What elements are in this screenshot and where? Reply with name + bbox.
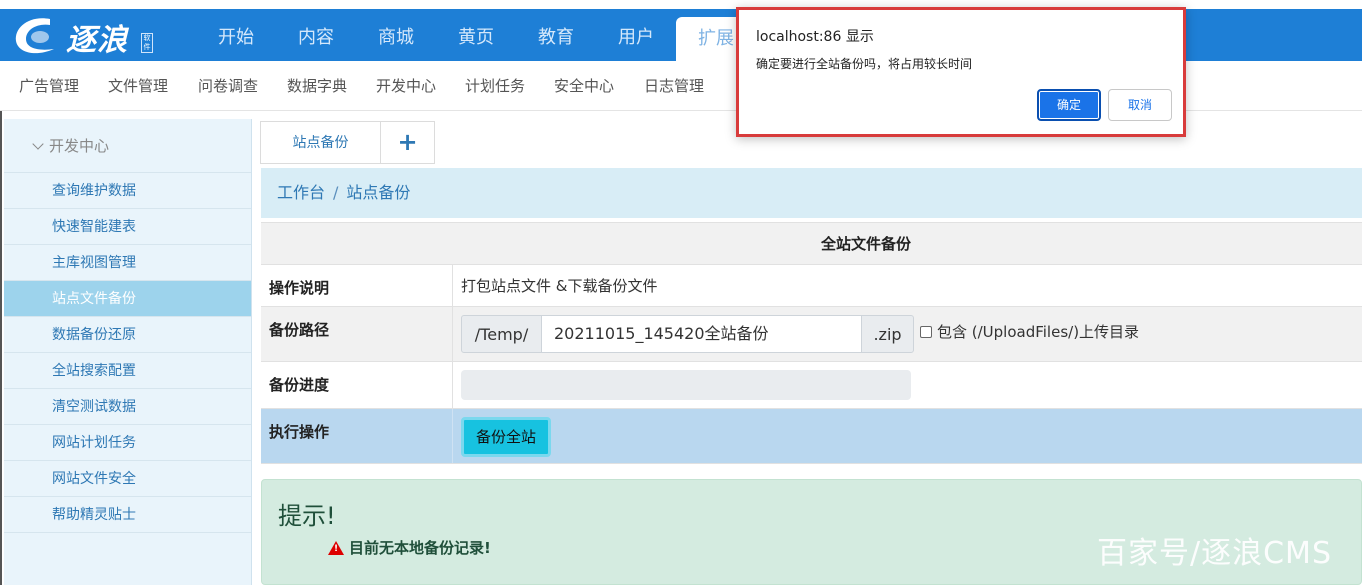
sidebar-section-label: 开发中心 bbox=[49, 137, 110, 155]
page-tabs: 站点备份 + bbox=[260, 121, 435, 165]
logo-swirl-icon bbox=[15, 18, 54, 54]
breadcrumb-root[interactable]: 工作台 bbox=[277, 183, 325, 202]
sidebar-item-search-config[interactable]: 全站搜索配置 bbox=[4, 353, 251, 389]
backup-progress-bar bbox=[461, 370, 911, 400]
sub-nav-security[interactable]: 安全中心 bbox=[554, 61, 614, 111]
path-value-cell: /Temp/ 20211015_145420全站备份 .zip 包含 (/Upl… bbox=[453, 307, 1362, 361]
sidebar: 开发中心 查询维护数据 快速智能建表 主库视图管理 站点文件备份 数据备份还原 … bbox=[4, 119, 252, 585]
add-tab-button[interactable]: + bbox=[381, 121, 435, 164]
brand-logo[interactable]: 逐浪 软件 bbox=[10, 13, 155, 58]
watermark: 百家号/逐浪CMS bbox=[1097, 536, 1332, 571]
description-label: 操作说明 bbox=[261, 265, 453, 306]
sub-nav-files[interactable]: 文件管理 bbox=[108, 61, 168, 111]
dialog-title: localhost:86 显示 bbox=[756, 29, 874, 45]
warning-icon: ! bbox=[328, 540, 344, 555]
backup-filename-input[interactable]: 20211015_145420全站备份 bbox=[542, 315, 861, 353]
tip-message: 目前无本地备份记录! bbox=[349, 539, 491, 557]
top-nav-yellowpages[interactable]: 黄页 bbox=[436, 9, 516, 61]
form-title-row: 全站文件备份 bbox=[261, 223, 1362, 265]
sidebar-item-file-backup[interactable]: 站点文件备份 bbox=[4, 281, 251, 317]
form-row-path: 备份路径 /Temp/ 20211015_145420全站备份 .zip 包含 … bbox=[261, 307, 1362, 362]
sidebar-item-help-tips[interactable]: 帮助精灵贴士 bbox=[4, 497, 251, 533]
path-label: 备份路径 bbox=[261, 307, 453, 361]
execute-label: 执行操作 bbox=[261, 409, 453, 463]
sub-nav-tasks[interactable]: 计划任务 bbox=[465, 61, 525, 111]
top-nav-users[interactable]: 用户 bbox=[596, 9, 676, 61]
form-row-progress: 备份进度 bbox=[261, 362, 1362, 409]
sub-nav-logs[interactable]: 日志管理 bbox=[644, 61, 704, 111]
sidebar-item-db-backup[interactable]: 数据备份还原 bbox=[4, 317, 251, 353]
top-nav: 开始 内容 商城 黄页 教育 用户 扩展 bbox=[196, 9, 756, 61]
top-nav-education[interactable]: 教育 bbox=[516, 9, 596, 61]
sub-nav-dictionary[interactable]: 数据字典 bbox=[287, 61, 347, 111]
top-nav-content[interactable]: 内容 bbox=[276, 9, 356, 61]
checkbox-box[interactable] bbox=[920, 325, 932, 338]
sidebar-item-clear-test[interactable]: 清空测试数据 bbox=[4, 389, 251, 425]
sidebar-item-quick-table[interactable]: 快速智能建表 bbox=[4, 209, 251, 245]
form-title: 全站文件备份 bbox=[821, 235, 912, 253]
sidebar-item-query-data[interactable]: 查询维护数据 bbox=[4, 173, 251, 209]
logo-text: 逐浪 bbox=[66, 23, 128, 58]
path-prefix: /Temp/ bbox=[461, 315, 542, 353]
sidebar-section-header[interactable]: 开发中心 bbox=[4, 119, 251, 173]
sidebar-item-file-security[interactable]: 网站文件安全 bbox=[4, 461, 251, 497]
tip-message-line: ! 目前无本地备份记录! bbox=[328, 537, 491, 558]
confirm-dialog: localhost:86 显示 确定要进行全站备份吗，将占用较长时间 确定 取消 bbox=[736, 7, 1186, 137]
sub-nav-dev-center[interactable]: 开发中心 bbox=[376, 61, 436, 111]
sidebar-item-site-tasks[interactable]: 网站计划任务 bbox=[4, 425, 251, 461]
breadcrumb-separator: / bbox=[333, 183, 339, 202]
top-nav-start[interactable]: 开始 bbox=[196, 9, 276, 61]
progress-label: 备份进度 bbox=[261, 362, 453, 408]
chevron-down-icon bbox=[32, 138, 44, 150]
form-row-description: 操作说明 打包站点文件 &下载备份文件 bbox=[261, 265, 1362, 307]
breadcrumb: 工作台 / 站点备份 bbox=[261, 168, 1362, 218]
progress-value-cell bbox=[453, 362, 1362, 408]
sub-nav-survey[interactable]: 问卷调查 bbox=[198, 61, 258, 111]
include-uploads-label: 包含 (/UploadFiles/)上传目录 bbox=[937, 323, 1140, 341]
tab-site-backup[interactable]: 站点备份 bbox=[260, 121, 381, 164]
description-value: 打包站点文件 &下载备份文件 bbox=[461, 277, 658, 295]
backup-all-button[interactable]: 备份全站 bbox=[461, 417, 551, 457]
dialog-ok-button[interactable]: 确定 bbox=[1037, 89, 1101, 121]
include-uploads-checkbox[interactable]: 包含 (/UploadFiles/)上传目录 bbox=[920, 321, 1139, 342]
breadcrumb-current: 站点备份 bbox=[346, 183, 411, 202]
dialog-cancel-button[interactable]: 取消 bbox=[1108, 89, 1172, 121]
top-nav-shop[interactable]: 商城 bbox=[356, 9, 436, 61]
window-edge bbox=[0, 111, 2, 585]
path-input-group: /Temp/ 20211015_145420全站备份 .zip bbox=[461, 315, 914, 353]
dialog-message: 确定要进行全站备份吗，将占用较长时间 bbox=[756, 57, 973, 71]
backup-form: 全站文件备份 操作说明 打包站点文件 &下载备份文件 备份路径 /Temp/ 2… bbox=[261, 222, 1362, 464]
path-suffix: .zip bbox=[861, 315, 914, 353]
form-row-execute: 执行操作 备份全站 bbox=[261, 409, 1362, 464]
logo-mini-text: 软件 bbox=[141, 33, 153, 53]
execute-value-cell: 备份全站 bbox=[453, 409, 1362, 463]
sub-nav-ads[interactable]: 广告管理 bbox=[19, 61, 79, 111]
tip-heading: 提示! bbox=[278, 502, 336, 530]
sidebar-item-views[interactable]: 主库视图管理 bbox=[4, 245, 251, 281]
